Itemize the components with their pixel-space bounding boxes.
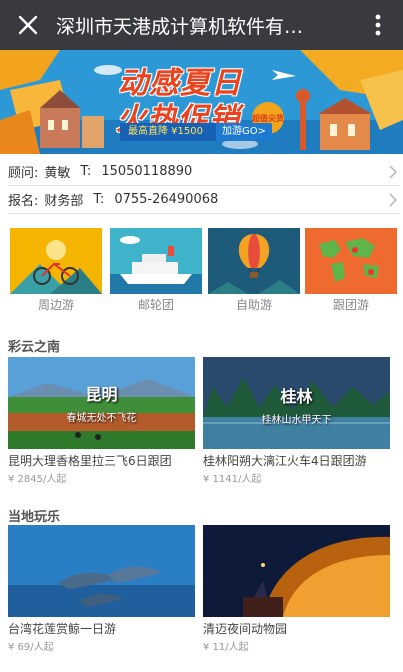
hot-air-balloon-icon[interactable] [208, 228, 300, 294]
promo-banner[interactable]: 动感夏日 火热促销 超值尖货 最高直降 ¥1500 加游GO> [0, 50, 403, 154]
product-image[interactable]: 桂林 桂林山水甲天下 [203, 357, 390, 449]
cruise-ship-icon[interactable] [110, 228, 202, 294]
category-cruise[interactable]: 邮轮团 [110, 228, 202, 313]
phone-label: T: [93, 192, 105, 207]
product-price: ¥ 11/人起 [203, 642, 249, 653]
product-image[interactable] [203, 525, 390, 617]
product-title[interactable]: 桂林阳朔大漓江火车4日跟团游 [203, 452, 390, 469]
card-overlay-title: 昆明 [85, 385, 118, 404]
product-card[interactable]: 台湾花莲赏鲸一日游 ¥ 69/人起 [8, 525, 195, 653]
product-card[interactable]: 昆明 春城无处不飞花 昆明大理香格里拉三飞6日跟团 ¥ 2845/人起 [8, 357, 195, 485]
category-group-tour[interactable]: 跟团游 [305, 228, 397, 313]
card-overlay-subtitle: 春城无处不飞花 [66, 413, 137, 424]
chevron-right-icon [389, 165, 398, 179]
product-price: ¥ 69/人起 [8, 642, 54, 653]
chevron-right-icon [389, 193, 398, 207]
product-image[interactable] [8, 525, 195, 617]
product-card[interactable]: 清迈夜间动物园 ¥ 11/人起 [203, 525, 390, 653]
signup-name: 财务部 [44, 194, 84, 209]
signup-phone[interactable]: 0755-26490068 [114, 192, 218, 207]
consultant-label: 顾问: [8, 166, 39, 181]
consultant-name: 黄敏 [44, 166, 71, 181]
consultant-phone[interactable]: 15050118890 [101, 164, 192, 179]
more-vertical-icon[interactable] [375, 14, 381, 36]
product-price: ¥ 1141/人起 [203, 474, 262, 485]
category-label: 跟团游 [332, 298, 369, 312]
section-title: 彩云之南 [8, 340, 61, 355]
more-button[interactable] [353, 0, 403, 50]
banner-cta-button[interactable]: 加游GO> [216, 123, 272, 141]
category-nearby[interactable]: 周边游 [10, 228, 102, 313]
category-self-guided[interactable]: 自助游 [208, 228, 300, 313]
consultant-row[interactable]: 顾问: 黄敏 T: 15050118890 [8, 158, 400, 186]
category-label: 周边游 [37, 298, 74, 312]
signup-row[interactable]: 报名: 财务部 T: 0755-26490068 [8, 186, 400, 214]
card-overlay-title: 桂林 [280, 387, 313, 406]
product-title[interactable]: 清迈夜间动物园 [203, 620, 390, 637]
category-label: 邮轮团 [137, 298, 174, 312]
phone-label: T: [80, 164, 92, 179]
close-button[interactable] [0, 0, 56, 50]
category-label: 自助游 [235, 298, 272, 312]
page-title: 深圳市天港成计算机软件有… [56, 15, 304, 38]
top-bar: 深圳市天港成计算机软件有… [0, 0, 403, 50]
category-grid: 周边游 邮轮团 自助游 跟团游 [0, 228, 403, 318]
product-title[interactable]: 昆明大理香格里拉三飞6日跟团 [8, 452, 195, 469]
product-card[interactable]: 桂林 桂林山水甲天下 桂林阳朔大漓江火车4日跟团游 ¥ 1141/人起 [203, 357, 390, 485]
world-map-icon[interactable] [305, 228, 397, 294]
product-title[interactable]: 台湾花莲赏鲸一日游 [8, 620, 195, 637]
close-icon[interactable] [18, 15, 38, 35]
signup-label: 报名: [8, 194, 39, 209]
product-image[interactable]: 昆明 春城无处不飞花 [8, 357, 195, 449]
section-title: 当地玩乐 [8, 510, 61, 525]
product-price: ¥ 2845/人起 [8, 474, 67, 485]
bicycle-icon[interactable] [10, 228, 102, 294]
card-overlay-subtitle: 桂林山水甲天下 [261, 415, 332, 426]
